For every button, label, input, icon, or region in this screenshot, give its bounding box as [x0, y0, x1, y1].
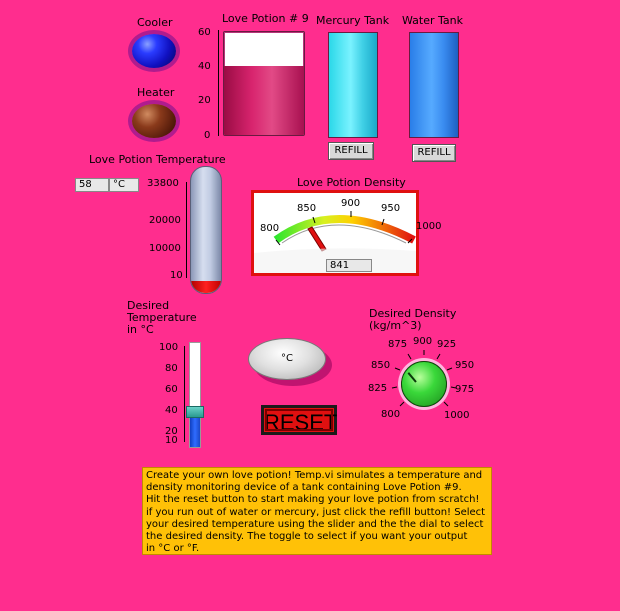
dial-scale-825: 825: [368, 383, 388, 394]
temperature-slider[interactable]: [189, 342, 201, 448]
description-text: Create your own love potion! Temp.vi sim…: [142, 467, 492, 555]
mercury-tank: [328, 32, 378, 138]
temperature-slider-handle[interactable]: [186, 405, 204, 418]
lp-scale-20: 20: [198, 95, 211, 106]
cooler-label: Cooler: [137, 16, 173, 29]
desired-density-title-line2: (kg/m^3): [369, 319, 422, 332]
love-potion-tank-title: Love Potion # 9: [222, 12, 309, 25]
slider-scale-10: 10: [165, 435, 178, 446]
desired-density-title: Desired Density (kg/m^3): [369, 308, 456, 332]
love-potion-tank: [223, 31, 305, 136]
cooler-led: [132, 34, 176, 68]
density-scale-1000: 1000: [416, 221, 442, 232]
temperature-title: Love Potion Temperature: [89, 153, 226, 166]
density-needle: [307, 226, 327, 252]
slider-scale-100: 100: [159, 342, 179, 353]
lp-scale-40: 40: [198, 61, 211, 72]
lp-scale-0: 0: [204, 130, 211, 141]
thermometer-level: [191, 281, 221, 293]
density-gauge: 800 850 900 950 1000 841: [251, 190, 441, 276]
water-tank-title: Water Tank: [402, 14, 463, 27]
slider-axis: [184, 346, 188, 442]
love-potion-level: [224, 66, 304, 135]
slider-scale-60: 60: [165, 384, 178, 395]
temp-scale-20000: 20000: [149, 215, 181, 226]
thermometer: [190, 166, 222, 294]
reset-button[interactable]: RESET: [261, 405, 337, 435]
slider-scale-40: 40: [165, 405, 178, 416]
lp-scale-60: 60: [198, 27, 211, 38]
water-tank: [409, 32, 459, 138]
desired-temp-title-line3: in °C: [127, 323, 154, 336]
desired-temperature-title: Desired Temperature in °C: [127, 300, 197, 336]
water-refill-button[interactable]: REFILL: [412, 144, 456, 162]
temperature-unit: °C: [109, 178, 139, 192]
density-value: 841: [326, 259, 372, 272]
temp-scale-33800: 33800: [147, 178, 179, 189]
density-scale-800: 800: [260, 223, 280, 234]
density-dial-knob[interactable]: [401, 361, 447, 407]
lp-scale-axis: [218, 30, 222, 136]
density-scale-850: 850: [297, 203, 317, 214]
slider-scale-80: 80: [165, 363, 178, 374]
density-dial-pointer: [407, 372, 417, 383]
heater-label: Heater: [137, 86, 175, 99]
temp-scale-10000: 10000: [149, 243, 181, 254]
mercury-tank-title: Mercury Tank: [316, 14, 390, 27]
temperature-value: 58: [75, 178, 109, 192]
density-scale-950: 950: [381, 203, 401, 214]
mercury-refill-button[interactable]: REFILL: [328, 142, 374, 160]
density-scale-900: 900: [341, 198, 361, 209]
temp-scale-10: 10: [170, 270, 183, 281]
heater-led: [132, 104, 176, 138]
density-title: Love Potion Density: [297, 176, 406, 189]
unit-toggle[interactable]: °C: [248, 338, 326, 380]
